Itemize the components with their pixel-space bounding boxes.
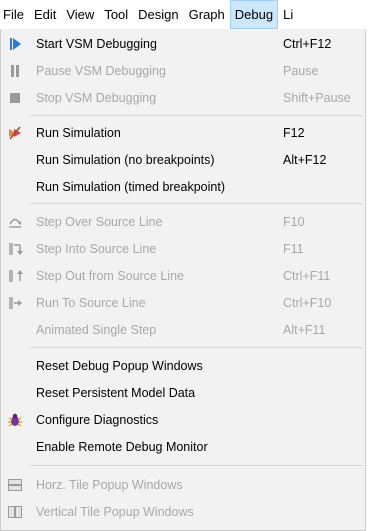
menu-item-label: Start VSM Debugging — [36, 37, 157, 51]
menu-item-label: Run Simulation — [36, 126, 121, 140]
menu-item-label: Animated Single Step — [36, 323, 157, 337]
play-arrow-icon — [7, 36, 23, 52]
menu-item-shortcut: Ctrl+F11 — [283, 269, 331, 283]
menu-item-run-simulation-no-breakpoints[interactable]: Run Simulation (no breakpoints) Alt+F12 — [1, 148, 365, 172]
menu-item-label: Enable Remote Debug Monitor — [36, 440, 208, 454]
menu-view[interactable]: View — [61, 0, 99, 29]
debug-dropdown-menu: Start VSM Debugging Ctrl+F12 Pause VSM D… — [0, 29, 366, 531]
menu-item-vertical-tile-popup-windows[interactable]: Vertical Tile Popup Windows — [1, 500, 365, 524]
menu-separator — [29, 347, 363, 348]
menu-item-shortcut: Alt+F11 — [283, 323, 326, 337]
menu-separator — [29, 115, 363, 116]
pause-icon — [7, 63, 23, 79]
menu-item-run-simulation[interactable]: Run Simulation F12 — [1, 121, 365, 145]
horizontal-tile-icon — [7, 477, 23, 493]
menu-item-stop-vsm-debugging[interactable]: Stop VSM Debugging Shift+Pause — [1, 86, 365, 110]
menu-item-step-into-source-line[interactable]: Step Into Source Line F11 — [1, 237, 365, 261]
stop-icon — [7, 90, 23, 106]
menu-item-shortcut: Shift+Pause — [283, 91, 351, 105]
menu-item-shortcut: Pause — [283, 64, 319, 78]
menu-design[interactable]: Design — [133, 0, 183, 29]
menu-item-configure-diagnostics[interactable]: Configure Diagnostics — [1, 408, 365, 432]
menu-item-shortcut: F11 — [283, 242, 304, 256]
menu-item-label: Configure Diagnostics — [36, 413, 159, 427]
step-over-icon — [7, 214, 23, 230]
vertical-tile-icon — [7, 504, 23, 520]
menu-item-label: Pause VSM Debugging — [36, 64, 166, 78]
menu-item-label: Run To Source Line — [36, 296, 146, 310]
menu-item-shortcut: F12 — [283, 126, 305, 140]
menu-item-reset-debug-popup-windows[interactable]: Reset Debug Popup Windows — [1, 354, 365, 378]
menu-item-label: Horz. Tile Popup Windows — [36, 478, 183, 492]
menu-item-label: Run Simulation (no breakpoints) — [36, 153, 215, 167]
menu-item-label: Vertical Tile Popup Windows — [36, 505, 194, 519]
menu-item-reset-persistent-model-data[interactable]: Reset Persistent Model Data — [1, 381, 365, 405]
menu-item-label: Step Out from Source Line — [36, 269, 184, 283]
run-simulation-icon — [7, 125, 23, 141]
run-to-line-icon — [7, 295, 23, 311]
menu-item-run-simulation-timed-breakpoint[interactable]: Run Simulation (timed breakpoint) — [1, 175, 365, 199]
menu-separator — [29, 465, 363, 466]
menu-item-label: Stop VSM Debugging — [36, 91, 157, 105]
menu-item-label: Step Into Source Line — [36, 242, 157, 256]
menu-item-label: Run Simulation (timed breakpoint) — [36, 180, 225, 194]
menu-item-shortcut: Ctrl+F12 — [283, 37, 332, 51]
menu-item-step-over-source-line[interactable]: Step Over Source Line F10 — [1, 210, 365, 234]
menu-graph[interactable]: Graph — [184, 0, 230, 29]
menu-item-start-vsm-debugging[interactable]: Start VSM Debugging Ctrl+F12 — [1, 32, 365, 56]
menu-item-horz-tile-popup-windows[interactable]: Horz. Tile Popup Windows — [1, 473, 365, 497]
menu-item-run-to-source-line[interactable]: Run To Source Line Ctrl+F10 — [1, 291, 365, 315]
menu-item-step-out-from-source-line[interactable]: Step Out from Source Line Ctrl+F11 — [1, 264, 365, 288]
menu-item-label: Reset Debug Popup Windows — [36, 359, 203, 373]
bug-icon — [7, 412, 23, 428]
menu-item-shortcut: F10 — [283, 215, 305, 229]
menu-item-pause-vsm-debugging[interactable]: Pause VSM Debugging Pause — [1, 59, 365, 83]
menu-bar: File Edit View Tool Design Graph Debug L… — [0, 0, 368, 29]
menu-item-label: Step Over Source Line — [36, 215, 163, 229]
menu-tool[interactable]: Tool — [99, 0, 133, 29]
step-out-icon — [7, 268, 23, 284]
menu-separator — [29, 203, 363, 204]
menu-file[interactable]: File — [0, 0, 29, 29]
menu-debug[interactable]: Debug — [229, 0, 279, 29]
menu-library[interactable]: Li — [278, 0, 298, 29]
step-into-icon — [7, 241, 23, 257]
menu-item-label: Reset Persistent Model Data — [36, 386, 196, 400]
menu-item-animated-single-step[interactable]: Animated Single Step Alt+F11 — [1, 318, 365, 342]
menu-item-shortcut: Ctrl+F10 — [283, 296, 332, 310]
menu-item-shortcut: Alt+F12 — [283, 153, 327, 167]
menu-item-enable-remote-debug-monitor[interactable]: Enable Remote Debug Monitor — [1, 435, 365, 459]
menu-edit[interactable]: Edit — [29, 0, 61, 29]
